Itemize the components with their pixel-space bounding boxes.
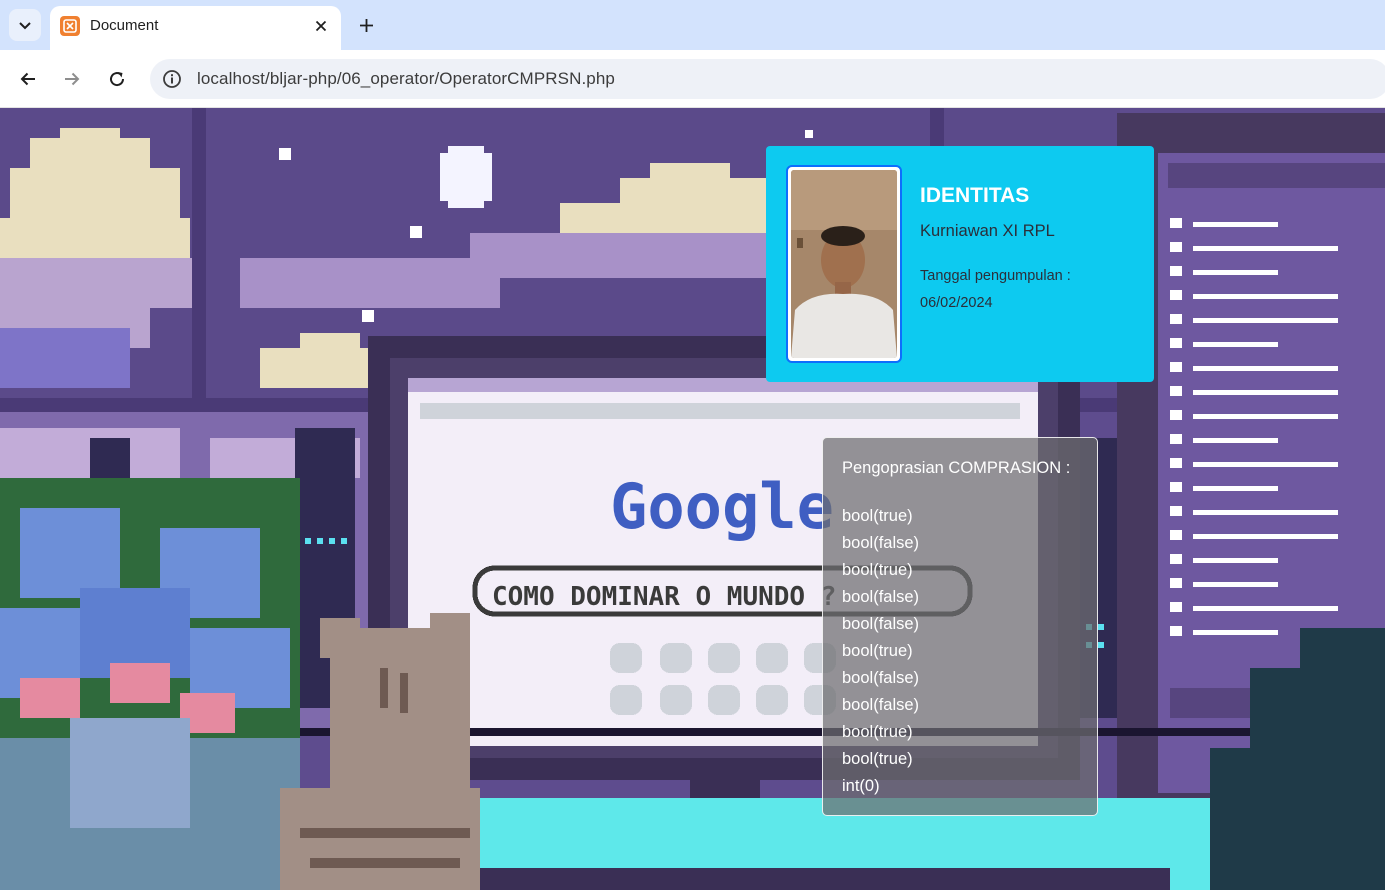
forward-arrow-icon[interactable]	[58, 65, 86, 93]
result-item: bool(false)	[842, 669, 920, 687]
close-tab-icon[interactable]	[310, 15, 332, 37]
identity-title: IDENTITAS	[920, 184, 1030, 207]
result-item: bool(false)	[842, 696, 920, 714]
result-item: bool(true)	[842, 642, 913, 660]
result-item: bool(false)	[842, 534, 920, 552]
page-viewport: Google COMO DOMINAR O MUNDO ? IDENTITAS …	[0, 108, 1385, 890]
result-item: bool(true)	[842, 507, 913, 525]
chevron-down-icon	[19, 22, 31, 30]
site-info-icon[interactable]	[162, 69, 182, 89]
submission-date: 06/02/2024	[920, 295, 993, 311]
submission-date-label: Tanggal pengumpulan :	[920, 268, 1071, 284]
url-text[interactable]: localhost/bljar-php/06_operator/Operator…	[197, 69, 615, 89]
tab-strip: Document	[0, 0, 1385, 50]
moon	[440, 146, 492, 208]
comparison-result-card: Pengoprasian COMPRASION : bool(true) boo…	[822, 437, 1098, 816]
result-item: bool(true)	[842, 561, 913, 579]
hydrangea-flowers	[0, 478, 300, 738]
tab-document[interactable]: Document	[50, 6, 341, 50]
profile-photo	[791, 170, 897, 358]
reload-icon[interactable]	[103, 65, 131, 93]
xampp-favicon-icon	[60, 16, 80, 36]
identity-card: IDENTITAS Kurniawan XI RPL Tanggal pengu…	[766, 146, 1154, 382]
student-name: Kurniawan XI RPL	[920, 222, 1055, 240]
search-box-text: COMO DOMINAR O MUNDO ?	[492, 582, 836, 612]
comparison-results-list: bool(true) bool(false) bool(true) bool(f…	[842, 503, 919, 800]
result-item: bool(false)	[842, 615, 920, 633]
profile-photo-frame	[786, 165, 902, 363]
result-item: bool(false)	[842, 588, 920, 606]
google-logo: Google	[610, 470, 834, 543]
back-arrow-icon[interactable]	[14, 65, 42, 93]
result-item: int(0)	[842, 777, 880, 795]
pixel-art-background: Google COMO DOMINAR O MUNDO ?	[0, 108, 1385, 890]
tab-search-button[interactable]	[9, 9, 41, 41]
tab-title: Document	[90, 17, 159, 34]
result-item: bool(true)	[842, 750, 913, 768]
result-item: bool(true)	[842, 723, 913, 741]
address-bar[interactable]: localhost/bljar-php/06_operator/Operator…	[150, 59, 1385, 99]
browser-toolbar: localhost/bljar-php/06_operator/Operator…	[0, 50, 1385, 108]
comparison-title: Pengoprasian COMPRASION :	[842, 459, 1071, 477]
new-tab-plus-icon[interactable]	[354, 13, 378, 37]
